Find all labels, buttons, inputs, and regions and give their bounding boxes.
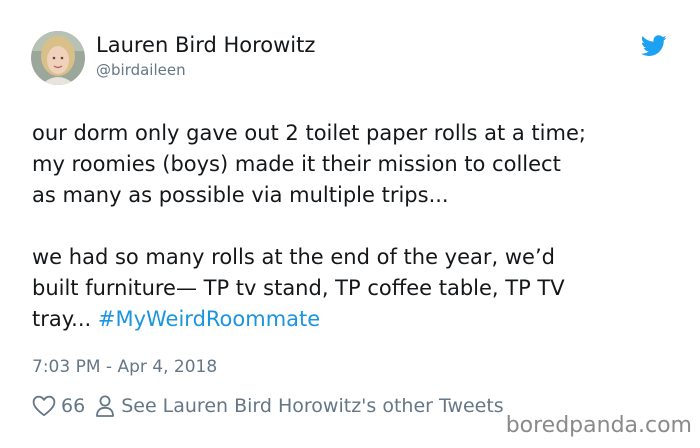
person-icon	[95, 394, 115, 418]
author-handle[interactable]: @birdaileen	[96, 61, 186, 79]
tweet-line: as many as possible via multiple trips..…	[32, 183, 449, 207]
tweet-actions: 66 See Lauren Bird Horowitz's other Twee…	[32, 393, 504, 419]
tweet-text: our dorm only gave out 2 toilet paper ro…	[32, 118, 682, 335]
tweet-card: Lauren Bird Horowitz @birdaileen our dor…	[0, 0, 700, 448]
tweet-line-text: tray...	[32, 307, 98, 331]
other-tweets-link[interactable]: See Lauren Bird Horowitz's other Tweets	[121, 395, 504, 417]
avatar-photo	[31, 31, 85, 85]
like-count[interactable]: 66	[61, 395, 85, 417]
twitter-bird-icon[interactable]	[640, 35, 667, 57]
heart-icon[interactable]	[32, 395, 56, 417]
tweet-line: we had so many rolls at the end of the y…	[32, 245, 555, 269]
tweet-line: built furniture— TP tv stand, TP coffee …	[32, 276, 565, 300]
avatar[interactable]	[31, 31, 85, 85]
tweet-line: my roomies (boys) made it their mission …	[32, 152, 561, 176]
tweet-timestamp[interactable]: 7:03 PM - Apr 4, 2018	[32, 357, 217, 377]
tweet-last-line: tray... #MyWeirdRoommate	[32, 304, 682, 335]
watermark: boredpanda.com	[505, 413, 692, 438]
author-name[interactable]: Lauren Bird Horowitz	[96, 33, 315, 57]
tweet-line: our dorm only gave out 2 toilet paper ro…	[32, 121, 586, 145]
hashtag-link[interactable]: #MyWeirdRoommate	[98, 307, 320, 331]
